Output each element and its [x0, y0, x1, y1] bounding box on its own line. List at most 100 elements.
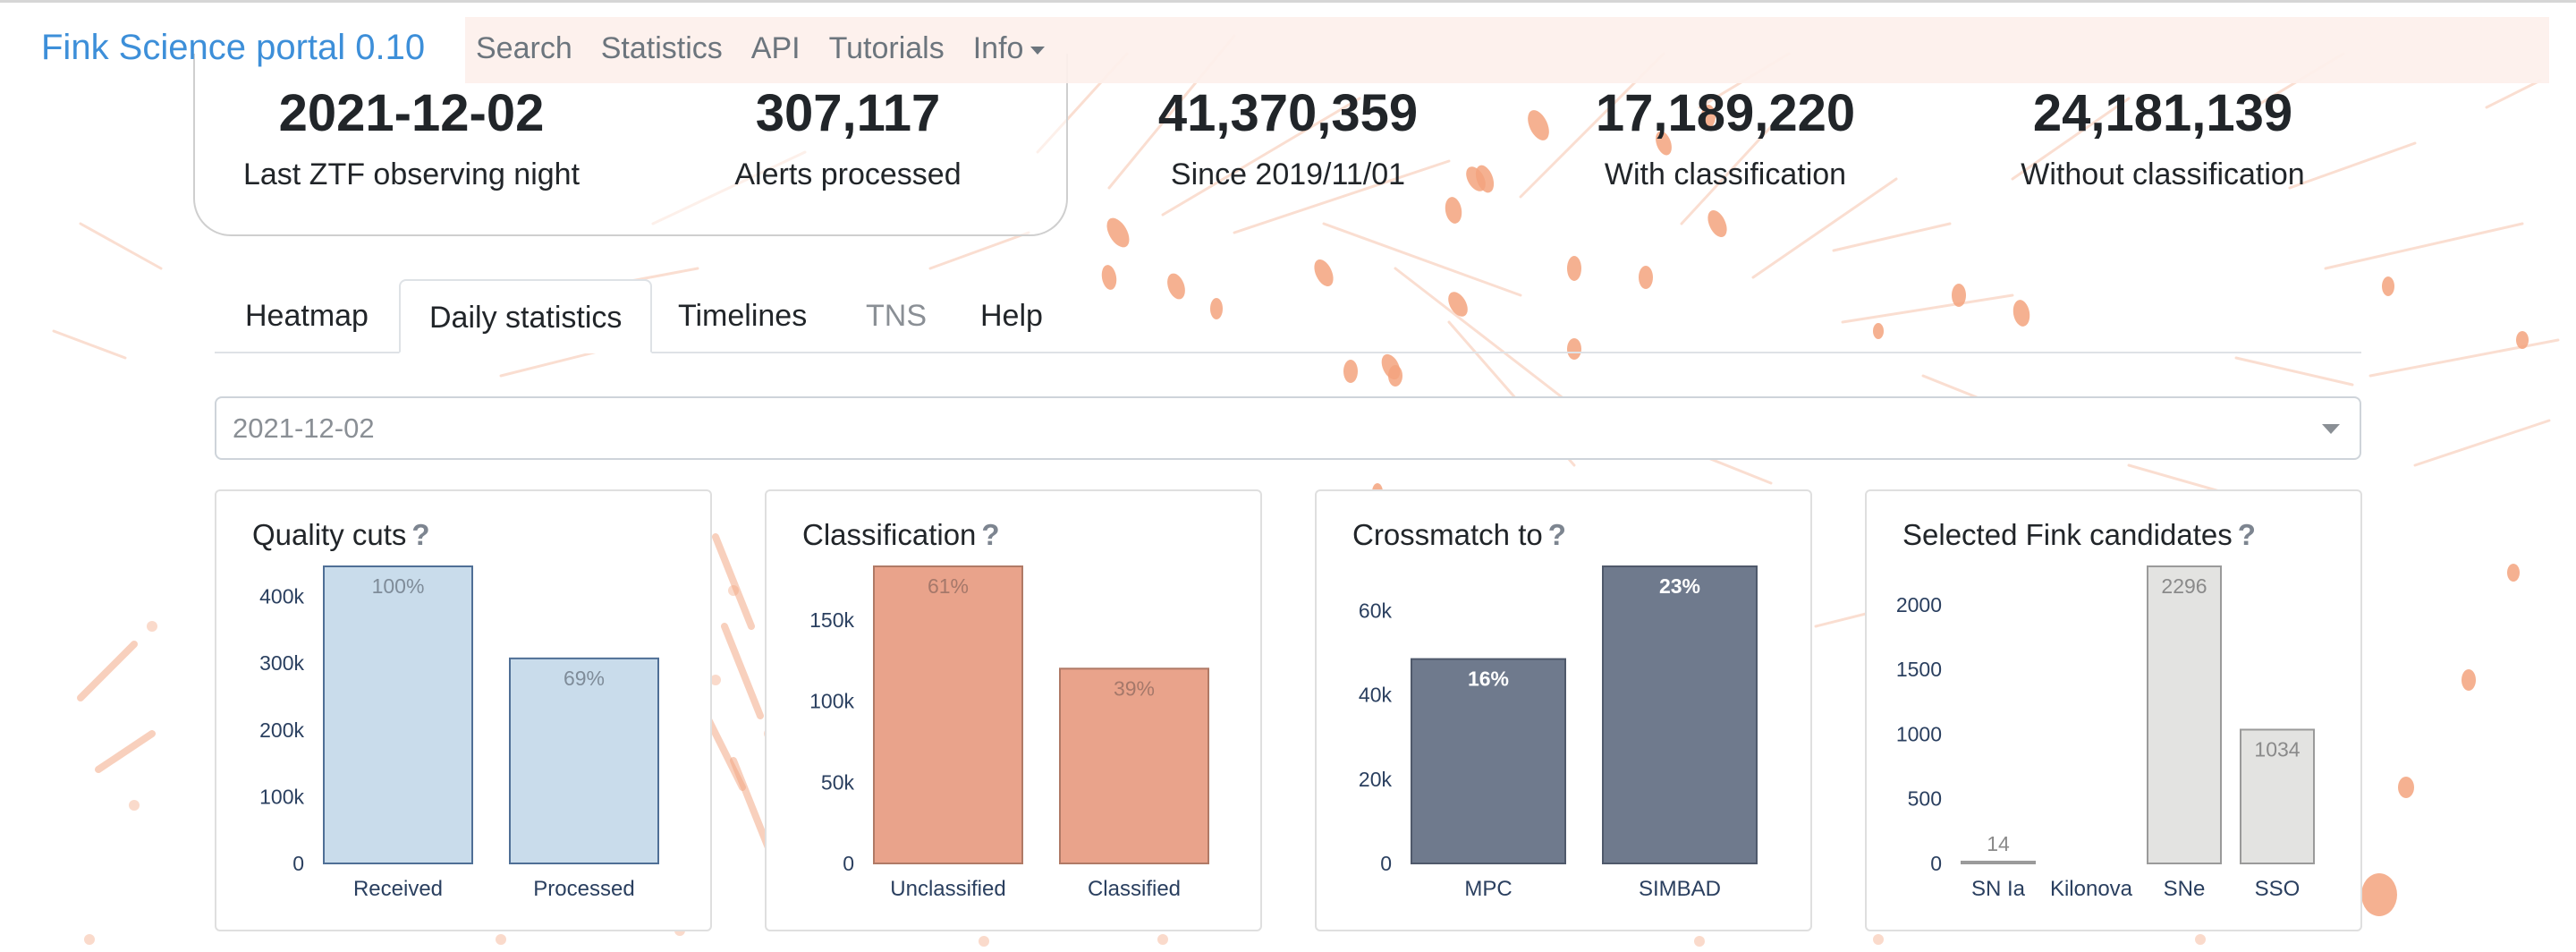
background-dot: [2462, 669, 2476, 691]
brand-link[interactable]: Fink Science portal 0.10: [41, 28, 425, 68]
tab-daily-statistics[interactable]: Daily statistics: [399, 279, 653, 353]
background-dot: [728, 585, 739, 596]
tab-timelines[interactable]: Timelines: [678, 279, 807, 353]
stat-label: Without classification: [2021, 157, 2305, 191]
y-tick-label: 0: [292, 852, 304, 875]
background-dot: [496, 934, 506, 945]
y-tick-label: 100k: [259, 785, 304, 808]
y-tick-label: 0: [1380, 852, 1392, 875]
bar-unclassified[interactable]: [873, 565, 1023, 864]
background-dot: [2507, 564, 2520, 582]
background-dot: [1873, 934, 1884, 945]
background-dot: [1343, 360, 1358, 383]
x-tick-label: SSO: [2255, 877, 2301, 901]
stat-value: 17,189,220: [1595, 84, 1856, 142]
background-dot: [2516, 331, 2529, 349]
background-streak: [1751, 177, 1898, 279]
tab-tns[interactable]: TNS: [866, 279, 927, 353]
stat-since: 41,370,359 Since 2019/11/01: [1109, 88, 1467, 192]
card-fink-candidates: Selected Fink candidates? 0 500 1000 1500 20…: [1865, 489, 2362, 931]
chevron-down-icon: [1030, 46, 1046, 55]
bar-value-label: 39%: [1114, 676, 1155, 700]
nav-link-info[interactable]: Info: [973, 31, 1046, 66]
nav-link-tutorials[interactable]: Tutorials: [829, 31, 945, 66]
y-tick-label: 40k: [1359, 684, 1393, 707]
stat-value: 41,370,359: [1157, 84, 1419, 142]
x-tick-label: Received: [353, 877, 443, 901]
x-tick-label: Classified: [1088, 877, 1181, 901]
date-select-value: 2021-12-02: [233, 412, 375, 444]
background-streak: [721, 623, 764, 719]
background-dot: [2361, 873, 2397, 916]
background-streak: [2368, 338, 2560, 378]
background-dot: [2195, 934, 2206, 945]
bar-simbad[interactable]: [1602, 565, 1758, 864]
background-dot: [1157, 934, 1168, 945]
x-tick-label: MPC: [1464, 877, 1512, 901]
y-tick-label: 2000: [1896, 593, 1942, 616]
stat-last-night: 2021-12-02 Last ZTF observing night: [233, 88, 590, 192]
stat-alerts-processed: 307,117 Alerts processed: [669, 88, 1027, 192]
chart-fink-candidates: 0 500 1000 1500 2000 14 SN Ia Kilonova 2296 SNe 10…: [1896, 565, 2315, 901]
date-select[interactable]: 2021-12-02: [215, 396, 2361, 460]
y-tick-label: 200k: [259, 718, 304, 742]
background-streak: [712, 533, 755, 630]
x-tick-label: Unclassified: [890, 877, 1005, 901]
bar-value-label: 14: [1987, 832, 2010, 855]
background-streak: [77, 641, 138, 701]
stat-with-classification: 17,189,220 With classification: [1546, 88, 1904, 192]
tab-bar: Heatmap Daily statistics Timelines TNS H…: [215, 279, 2361, 353]
chart-quality-cuts: 0 100k 200k 300k 400k 100% Received 69% Processe…: [259, 565, 659, 901]
stat-value: 307,117: [755, 84, 941, 142]
nav-link-info-label: Info: [972, 31, 1024, 65]
background-streak: [2324, 222, 2524, 270]
y-tick-label: 0: [1930, 852, 1942, 875]
chevron-down-icon[interactable]: [2322, 424, 2340, 434]
y-tick-label: 500: [1908, 787, 1942, 811]
background-streak: [2413, 419, 2551, 467]
background-dot: [1106, 217, 1130, 248]
bar-value-label: 69%: [564, 667, 605, 690]
background-dot: [147, 621, 157, 632]
chart-classification: 0 50k 100k 150k 61% Unclassified 39% Classified: [809, 565, 1209, 901]
background-dot: [1707, 210, 1727, 237]
background-dot: [129, 800, 140, 811]
card-classification: Classification? 0 50k 100k 150k 61% Unclassif…: [765, 489, 1262, 931]
x-tick-label: SNe: [2164, 877, 2206, 901]
bar-sne[interactable]: [2147, 565, 2222, 864]
x-tick-label: Processed: [533, 877, 634, 901]
background-dot: [1445, 197, 1462, 224]
y-tick-label: 1000: [1896, 722, 1942, 745]
background-dot: [84, 934, 95, 945]
y-tick-label: 1500: [1896, 658, 1942, 681]
stat-label: Since 2019/11/01: [1170, 157, 1406, 191]
y-tick-label: 20k: [1359, 768, 1393, 791]
y-tick-label: 60k: [1359, 599, 1393, 622]
y-tick-label: 50k: [821, 770, 855, 794]
background-streak: [1832, 222, 1952, 252]
x-tick-label: SN Ia: [1971, 877, 2026, 901]
nav-links: Search Statistics API Tutorials Info: [476, 31, 1046, 66]
nav-link-statistics[interactable]: Statistics: [601, 31, 723, 66]
nav-link-api[interactable]: API: [751, 31, 801, 66]
stat-label: Last ZTF observing night: [242, 157, 580, 191]
background-dot: [2398, 777, 2414, 798]
tab-heatmap[interactable]: Heatmap: [245, 279, 369, 353]
bar-received[interactable]: [323, 565, 473, 864]
background-streak: [52, 329, 127, 360]
nav-link-search[interactable]: Search: [476, 31, 572, 66]
background-streak: [928, 231, 1030, 270]
x-tick-label: Kilonova: [2050, 877, 2133, 901]
bar-sn-ia[interactable]: [1961, 860, 2036, 865]
bar-value-label: 61%: [928, 574, 969, 598]
background-dot: [2382, 276, 2394, 296]
y-tick-label: 150k: [809, 608, 854, 632]
bar-value-label: 1034: [2254, 737, 2300, 761]
background-dot: [979, 936, 989, 947]
tab-help[interactable]: Help: [980, 279, 1043, 353]
chart-crossmatch: 0 20k 40k 60k 16% MPC 23% SIMBAD: [1359, 565, 1758, 901]
background-dot: [1388, 365, 1402, 387]
stat-label: Alerts processed: [734, 157, 962, 191]
x-tick-label: SIMBAD: [1639, 877, 1721, 901]
y-tick-label: 0: [843, 852, 854, 875]
